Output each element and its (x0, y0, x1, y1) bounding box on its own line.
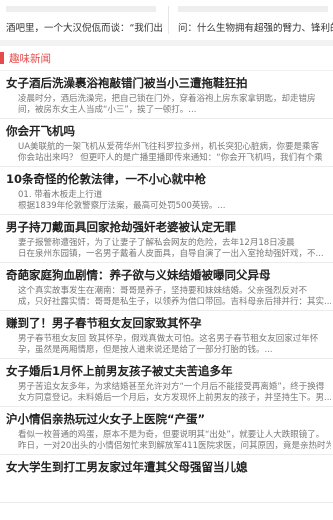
top-card-text: 问：什么生物拥有超强的臂力、锋利的 (178, 23, 333, 34)
news-item[interactable]: 奇葩家庭狗血剧情：养子欲与义妹结婚被曝同父异母 这个真实故事发生在潮南：哥哥是养… (0, 263, 333, 311)
section-header: 趣味新闻 (0, 46, 333, 71)
news-title: 奇葩家庭狗血剧情：养子欲与义妹结婚被曝同父异母 (6, 268, 271, 282)
news-item[interactable]: 女子婚后1月怀上前男友孩子被丈夫苦追多年 男子苦追女友多年，为求结婚甚至允许对方… (0, 359, 333, 407)
news-summary-line: 成，只好社露实情：哥哥是私生子，以领养为借口带回。吉科母亲后排并行：其实... (18, 297, 331, 307)
news-item[interactable]: 女大学生到打工男友家过年遭其父母强留当儿媳 (0, 455, 333, 503)
section-accent-bar (0, 52, 4, 64)
top-card-1[interactable]: 酒吧里，一个大汉倪佤而谈：“我们出 (0, 0, 168, 40)
news-title: 女大学生到打工男友家过年遭其父母强留当儿媳 (6, 460, 248, 474)
news-item[interactable]: 男子持刀戴面具回家抢劫强奸老婆被认定无罪 妻子报警称遭强奸，为了让妻子了解私会网… (0, 215, 333, 263)
news-title: 女子酒后洗澡裹浴袍敲错门被当小三遭拖鞋狂拍 (6, 76, 248, 90)
top-card-text: 酒吧里，一个大汉倪佤而谈：“我们出 (6, 23, 163, 34)
news-item[interactable]: 女子酒后洗澡裹浴袍敲错门被当小三遭拖鞋狂拍 凌晨时分，酒后洗澡完，把自己锁在门外… (0, 71, 333, 119)
news-summary-line: 日在泉州东园镇，一名男子戴着人皮面具，自导自演了一出入室抢劫强奸戏，不... (18, 249, 324, 259)
news-title: 男子持刀戴面具回家抢劫强奸老婆被认定无罪 (6, 220, 236, 234)
news-summary-line: 女方同意登记。未料婚后一个月后，女方发现怀上前男友的孩子，并坚持生下。男... (18, 393, 331, 403)
divider (168, 6, 169, 34)
news-item[interactable]: 赚到了！男子春节租女友回家致其怀孕 男子春节租女友回 致其怀孕，假戏真做太可怕。… (0, 311, 333, 359)
news-summary-line: 根据1839年伦敦警察厅法案，最高可处罚500英镑。... (18, 201, 226, 211)
news-item[interactable]: 10条奇怪的伦敦法律，一不小心就中枪 01. 带着木板走上行道 根据1839年伦… (0, 167, 333, 215)
news-summary-line: 孕，虽然是两厢情愿，但是按人道来说还是给了一部分打胎的钱。... (18, 345, 273, 355)
news-title: 女子婚后1月怀上前男友孩子被丈夫苦追多年 (6, 364, 233, 378)
news-title: 沪小情侣亲热玩过火女子上医院“产蛋” (6, 412, 206, 426)
news-summary-line: 昨日，一对20出头的小情侣匆忙来到解放军411医院求医，问其原因，竟是亲热时为.… (18, 441, 331, 451)
news-title: 赚到了！男子春节租女友回家致其怀孕 (6, 316, 202, 330)
news-summary-line: 你会站出来吗？ 但更吓人的是广播里播即传来通知：“你会开飞机吗，我们有个乘 (18, 153, 323, 163)
news-summary-line: 间，被房东女主人当成“小三”，挨了一顿打。... (18, 105, 197, 115)
news-title: 你会开飞机吗 (6, 124, 75, 138)
placeholder-bar (6, 6, 156, 12)
news-item[interactable]: 沪小情侣亲热玩过火女子上医院“产蛋” 看似一枚普通的鸡蛋，原本不是为奇，但要说明… (0, 407, 333, 455)
placeholder-bar (178, 6, 328, 12)
previous-articles-strip: 酒吧里，一个大汉倪佤而谈：“我们出 问：什么生物拥有超强的臂力、锋利的 (0, 0, 333, 40)
news-list: 女子酒后洗澡裹浴袍敲错门被当小三遭拖鞋狂拍 凌晨时分，酒后洗澡完，把自己锁在门外… (0, 71, 333, 503)
top-card-2[interactable]: 问：什么生物拥有超强的臂力、锋利的 (168, 0, 333, 40)
news-title: 10条奇怪的伦敦法律，一不小心就中枪 (6, 172, 207, 186)
section-title: 趣味新闻 (9, 53, 51, 65)
news-item[interactable]: 你会开飞机吗 UA美联航的一架飞机从爱荷华州飞往科罗拉多州，机长突犯心脏病，你要… (0, 119, 333, 167)
